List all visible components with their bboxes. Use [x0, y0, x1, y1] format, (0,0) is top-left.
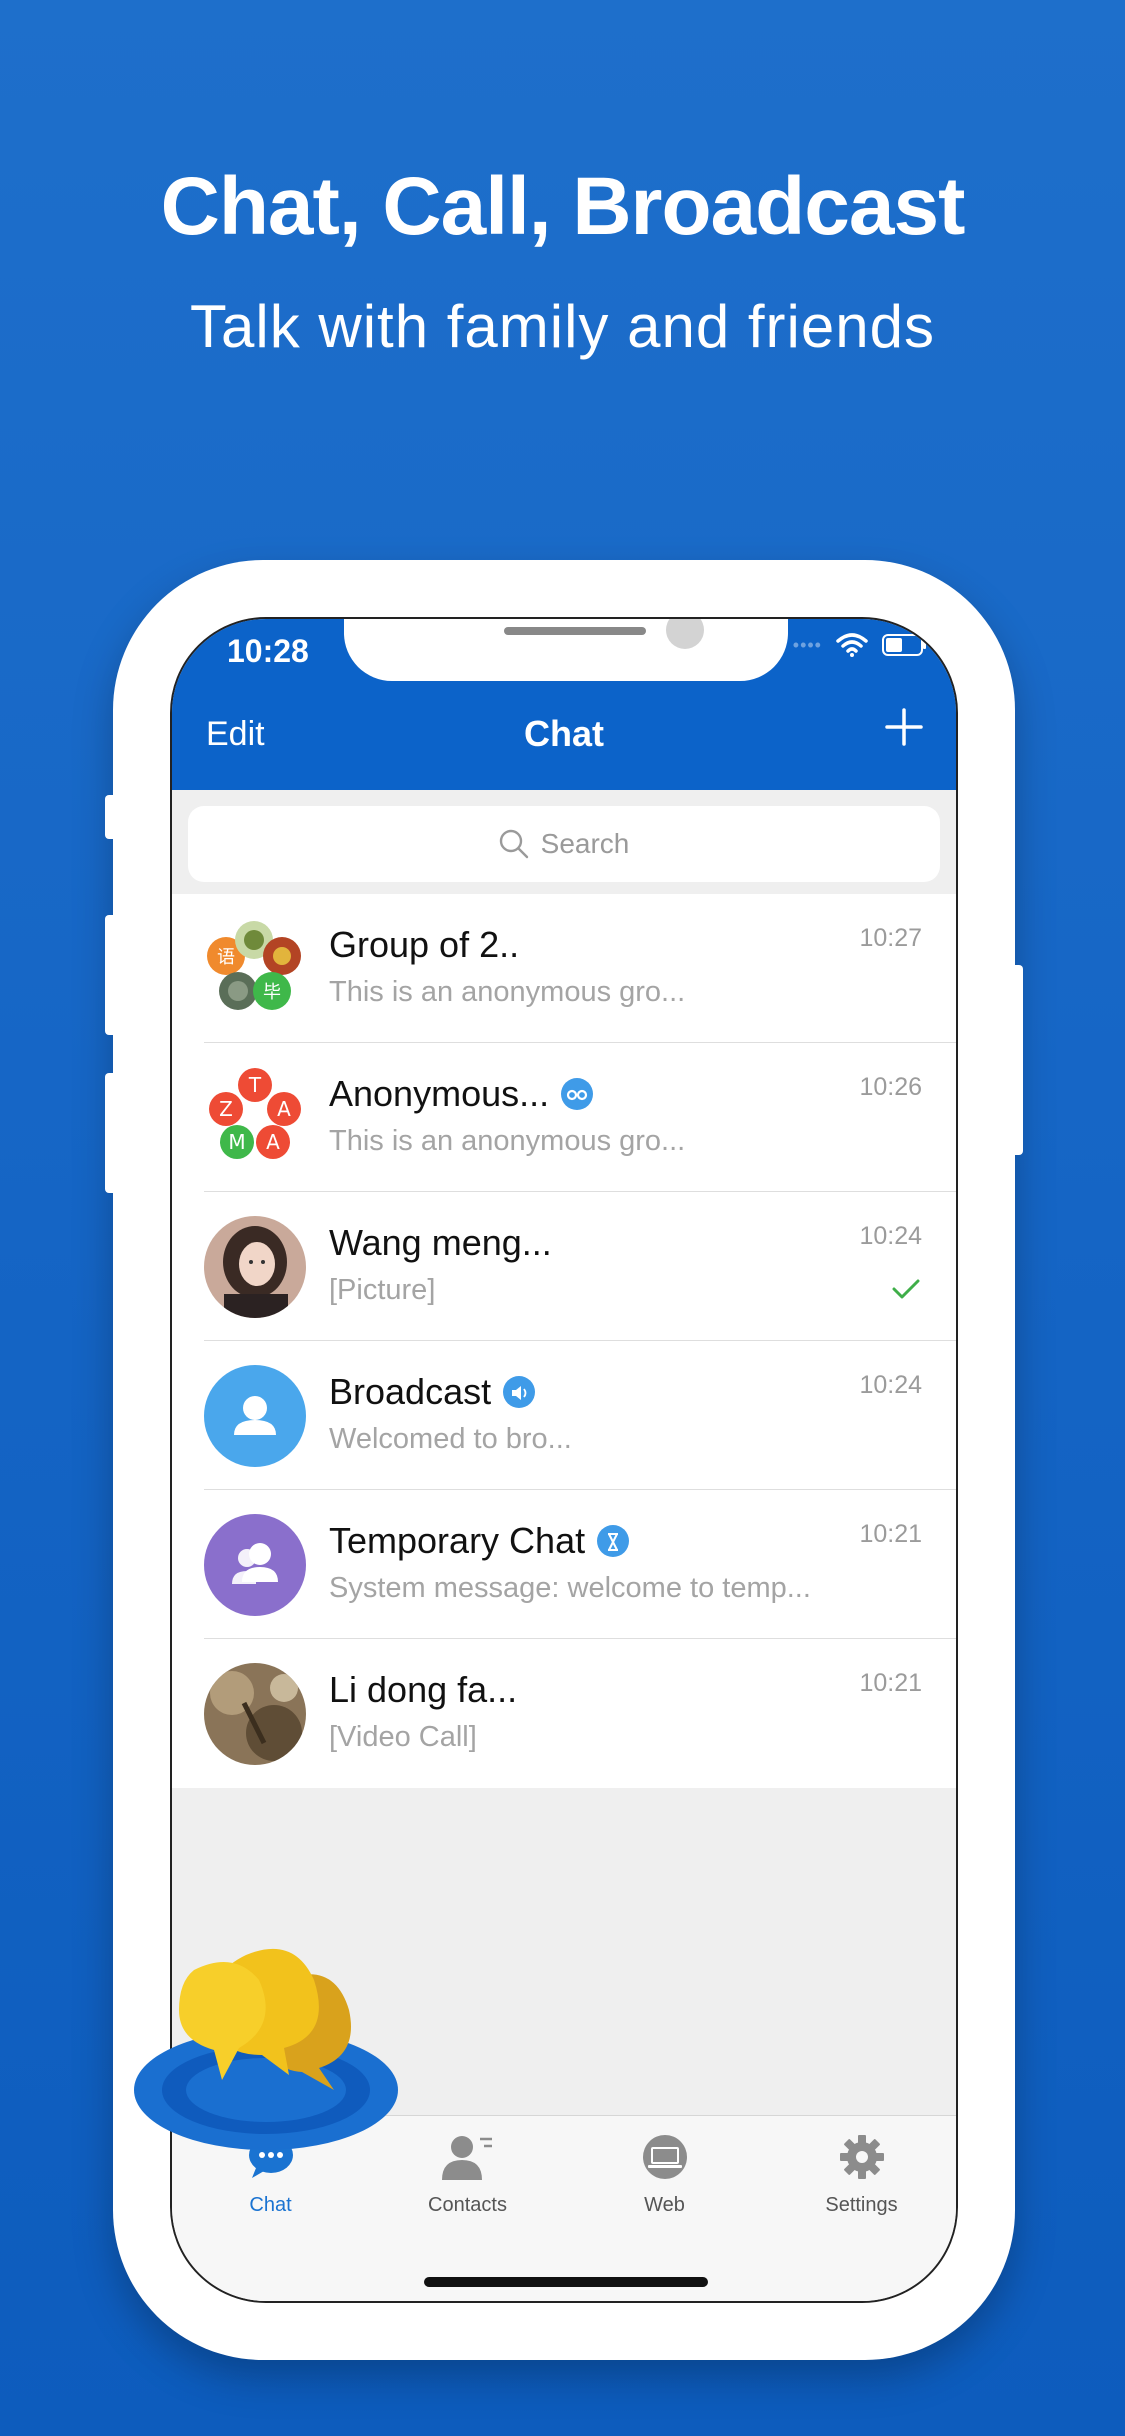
letters-avatar: T Z A M A — [204, 1067, 306, 1169]
chat-preview: Welcomed to bro... — [329, 1423, 572, 1455]
camera-dot — [666, 619, 704, 649]
avatar-letter: A — [277, 1097, 291, 1121]
chat-time: 10:26 — [859, 1073, 922, 1101]
avatar-letter: T — [248, 1073, 262, 1097]
search-placeholder: Search — [540, 828, 630, 859]
chat-time: 10:24 — [859, 1371, 922, 1399]
avatar-letter: A — [266, 1130, 280, 1154]
people-avatar — [204, 1514, 306, 1616]
home-indicator — [424, 2277, 708, 2287]
web-icon — [642, 2135, 687, 2179]
chat-row[interactable]: 语 毕 Group of 2.. This is an anonymous gr… — [172, 894, 956, 1043]
chat-name-text: Temporary Chat — [329, 1520, 586, 1561]
status-icons: •••• — [793, 633, 928, 657]
contacts-icon — [441, 2136, 492, 2180]
wifi-icon — [836, 633, 868, 657]
search-area: Search — [172, 790, 956, 894]
avatar-letter: Z — [219, 1097, 233, 1121]
tab-web[interactable]: Web — [566, 2134, 763, 2217]
chat-time: 10:27 — [859, 924, 922, 952]
battery-icon — [882, 634, 926, 656]
hourglass-icon — [597, 1525, 630, 1557]
chat-row[interactable]: T Z A M A Anonymous... This is an anonym… — [172, 1043, 956, 1192]
page-title: Chat — [524, 713, 604, 754]
headline: Chat, Call, Broadcast — [160, 161, 966, 252]
search-icon — [499, 829, 528, 859]
chat-row[interactable]: Broadcast Welcomed to bro... 10:24 — [172, 1341, 956, 1490]
navigation-bar: 10:28 •••• Edit Chat — [172, 619, 956, 790]
tab-label: Settings — [825, 2194, 898, 2216]
chat-name: Wang meng... — [329, 1222, 552, 1264]
subheadline: Talk with family and friends — [190, 293, 935, 360]
power-button — [1009, 965, 1023, 1155]
volume-up-button — [105, 915, 119, 1035]
mute-switch — [105, 795, 119, 839]
chat-name: Temporary Chat — [329, 1520, 630, 1562]
signal-dots-icon: •••• — [792, 634, 822, 655]
chat-name: Li dong fa... — [329, 1669, 517, 1711]
app-logo — [134, 1948, 398, 2150]
chat-time: 10:21 — [859, 1520, 922, 1548]
chat-preview: System message: welcome to temp... — [329, 1572, 811, 1604]
chat-row[interactable]: Wang meng... [Picture] 10:24 — [172, 1192, 956, 1341]
chat-name: Group of 2.. — [329, 924, 519, 966]
chat-row[interactable]: Temporary Chat System message: welcome t… — [172, 1490, 956, 1639]
search-input[interactable]: Search — [188, 806, 940, 882]
tab-label: Contacts — [428, 2194, 507, 2216]
chat-list: 语 毕 Group of 2.. This is an anonymous gr… — [172, 894, 956, 1788]
tab-label: Chat — [249, 2194, 292, 2216]
chat-row[interactable]: Li dong fa... [Video Call] 10:21 — [172, 1639, 956, 1788]
chat-preview: This is an anonymous gro... — [329, 1125, 686, 1157]
notch — [344, 619, 788, 681]
gear-icon — [839, 2135, 884, 2179]
chat-name: Anonymous... — [329, 1073, 594, 1115]
status-time: 10:28 — [227, 633, 309, 669]
photo-avatar — [204, 1216, 306, 1318]
avatar-letter: 毕 — [263, 982, 281, 1003]
chat-name-text: Broadcast — [329, 1371, 492, 1412]
chat-name-text: Li dong fa... — [329, 1669, 518, 1710]
read-check-icon — [892, 1279, 920, 1299]
avatar-letter: M — [228, 1130, 245, 1154]
speaker-icon — [503, 1376, 536, 1408]
speaker-grill — [504, 627, 646, 635]
volume-down-button — [105, 1073, 119, 1193]
chat-time: 10:24 — [859, 1222, 922, 1250]
chat-preview: This is an anonymous gro... — [329, 976, 686, 1008]
chat-name-text: Wang meng... — [329, 1222, 552, 1263]
chat-name: Broadcast — [329, 1371, 536, 1413]
chat-preview: [Picture] — [329, 1274, 436, 1306]
chat-preview: [Video Call] — [329, 1721, 477, 1753]
avatar-letter: 语 — [217, 947, 235, 968]
chat-name-text: Group of 2.. — [329, 924, 520, 965]
person-avatar — [204, 1365, 306, 1467]
photo-avatar — [204, 1663, 306, 1765]
tab-label: Web — [644, 2194, 685, 2216]
group-avatar: 语 毕 — [204, 918, 306, 1020]
plus-icon[interactable] — [884, 707, 924, 747]
chat-name-text: Anonymous... — [329, 1073, 550, 1114]
chat-time: 10:21 — [859, 1669, 922, 1697]
anonymous-icon — [561, 1078, 594, 1110]
tab-settings[interactable]: Settings — [763, 2134, 956, 2217]
